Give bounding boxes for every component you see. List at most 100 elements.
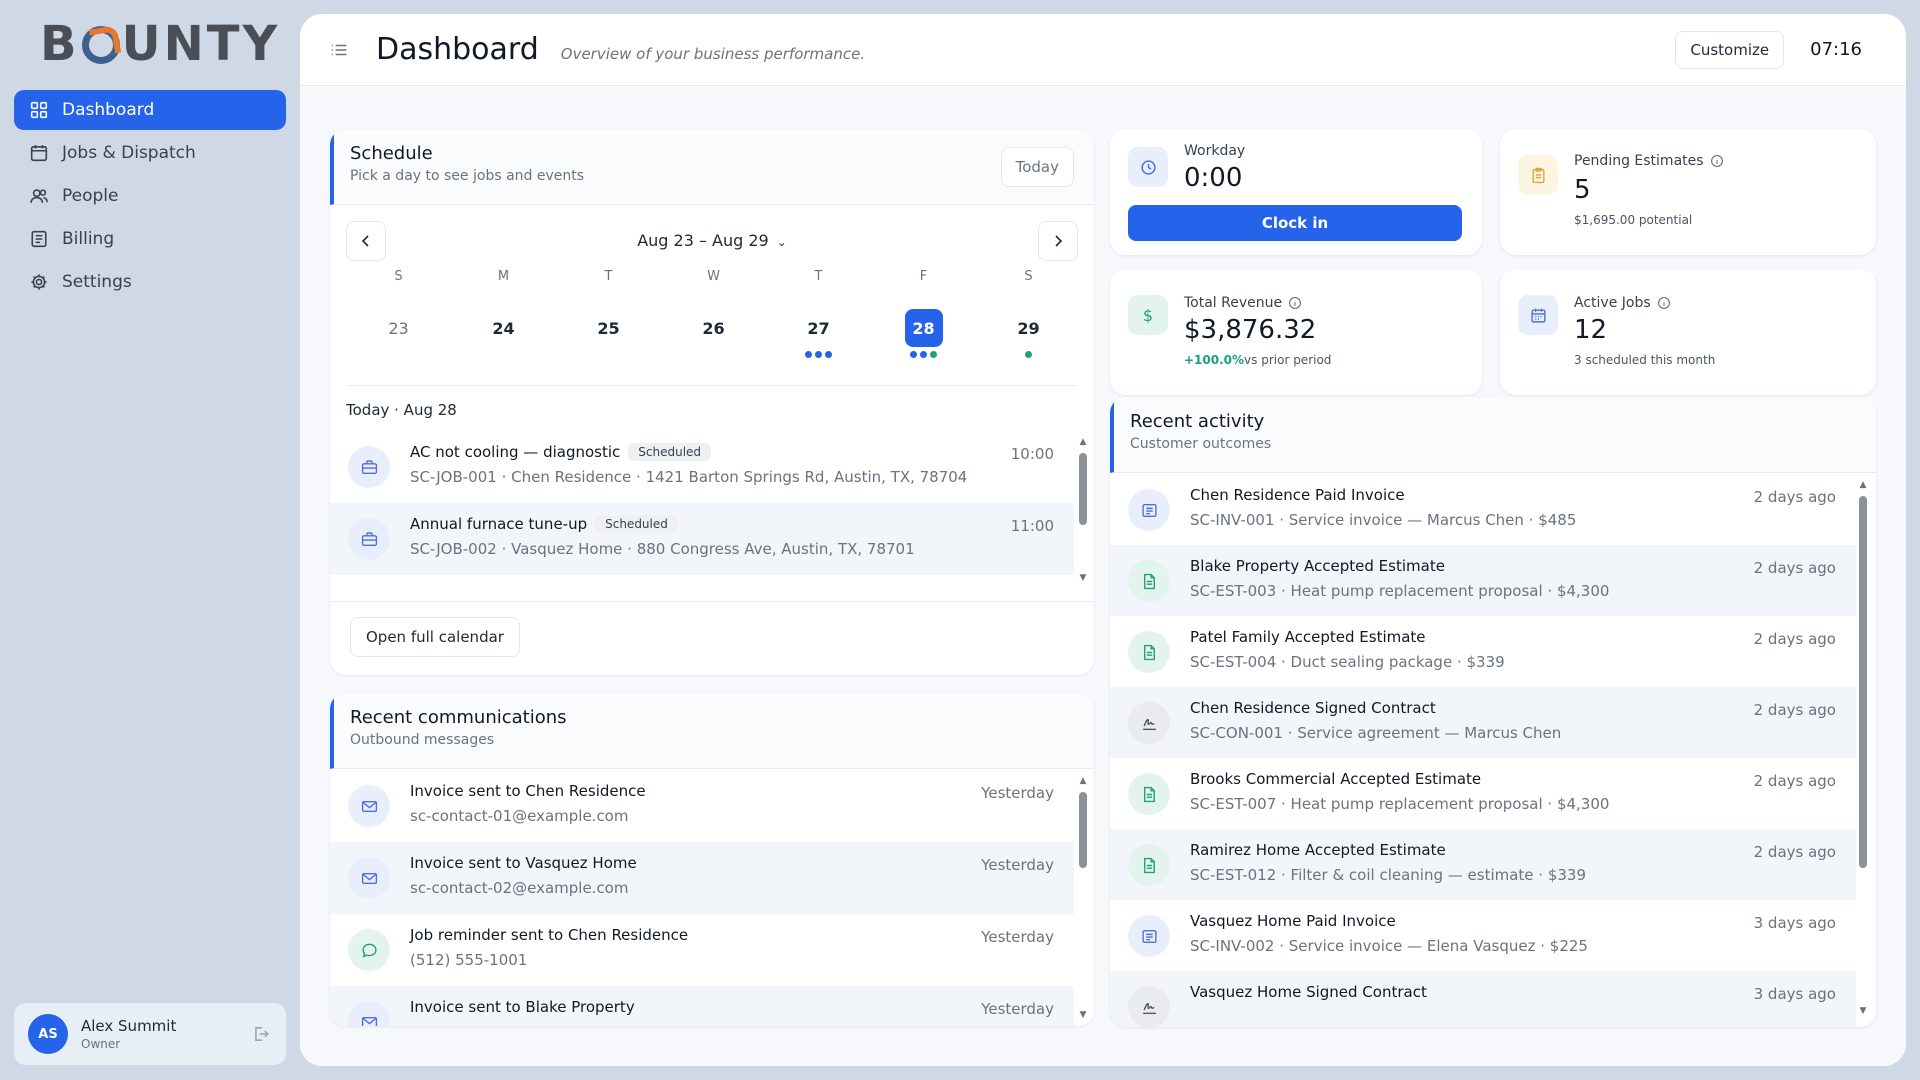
info-icon[interactable] xyxy=(1710,154,1724,168)
message-title: Invoice sent to Chen Residence xyxy=(410,782,646,800)
scroll-up-icon[interactable]: ▲ xyxy=(1078,437,1088,447)
next-week-button[interactable] xyxy=(1038,221,1078,261)
communications-list: Invoice sent to Chen Residence sc-contac… xyxy=(330,770,1074,1026)
activity-body: Chen Residence Signed Contract SC-CON-00… xyxy=(1190,699,1754,742)
logo-compass-mark xyxy=(81,26,120,64)
document-icon xyxy=(1128,631,1170,673)
job-list-scrollbar[interactable]: ▲ ▼ xyxy=(1078,437,1088,583)
day-number[interactable]: 25 xyxy=(590,309,628,347)
list-item[interactable]: Vasquez Home Signed Contract 3 days ago xyxy=(1110,971,1856,1027)
day-letter: F xyxy=(919,269,928,284)
active-jobs-card[interactable]: Active Jobs 12 3 scheduled this month xyxy=(1500,269,1876,395)
activity-title: Chen Residence Paid Invoice xyxy=(1190,486,1405,504)
info-icon[interactable] xyxy=(1657,296,1671,310)
day-number[interactable]: 23 xyxy=(380,309,418,347)
menu-icon[interactable] xyxy=(330,41,348,59)
week-picker[interactable]: Aug 23 – Aug 29 ⌄ xyxy=(346,231,1078,250)
signature-icon xyxy=(1128,986,1170,1027)
list-item[interactable]: Invoice sent to Chen Residence sc-contac… xyxy=(330,770,1074,842)
message-time: Yesterday xyxy=(981,856,1054,874)
activity-detail: SC-EST-003 · Heat pump replacement propo… xyxy=(1190,582,1610,600)
user-card[interactable]: AS Alex Summit Owner xyxy=(14,1003,286,1065)
message-time: Yesterday xyxy=(981,1000,1054,1018)
job-detail: SC-JOB-002 · Vasquez Home · 880 Congress… xyxy=(410,540,915,558)
message-detail: sc-contact-02@example.com xyxy=(410,879,629,897)
activity-title: Blake Property Accepted Estimate xyxy=(1190,557,1445,575)
sidebar-item-label: Jobs & Dispatch xyxy=(62,143,196,163)
page-subtitle: Overview of your business performance. xyxy=(560,44,866,63)
scroll-down-icon[interactable]: ▼ xyxy=(1858,1006,1868,1016)
day-number[interactable]: 26 xyxy=(695,309,733,347)
mail-icon xyxy=(348,1001,390,1026)
activity-title: Brooks Commercial Accepted Estimate xyxy=(1190,770,1482,788)
list-item[interactable]: Invoice sent to Vasquez Home sc-contact-… xyxy=(330,842,1074,914)
list-item[interactable]: Invoice sent to Blake Property Yesterday xyxy=(330,986,1074,1026)
list-item[interactable]: Job reminder sent to Chen Residence (512… xyxy=(330,914,1074,986)
day-letter: S xyxy=(394,269,403,284)
pending-estimates-card[interactable]: Pending Estimates 5 $1,695.00 potential xyxy=(1500,129,1876,255)
status-badge: Scheduled xyxy=(595,515,678,533)
day-column[interactable]: S 23 xyxy=(346,269,451,365)
customize-button[interactable]: Customize xyxy=(1675,30,1785,69)
scroll-up-icon[interactable]: ▲ xyxy=(1078,776,1088,786)
event-dot xyxy=(825,351,832,358)
sidebar-item-dashboard[interactable]: Dashboard xyxy=(14,90,286,130)
info-icon[interactable] xyxy=(1288,296,1302,310)
sidebar-item-jobs-dispatch[interactable]: Jobs & Dispatch xyxy=(14,133,286,173)
list-item[interactable]: AC not cooling — diagnostic Scheduled SC-… xyxy=(330,431,1074,503)
scroll-thumb[interactable] xyxy=(1079,792,1087,868)
day-number[interactable]: 24 xyxy=(485,309,523,347)
event-dot xyxy=(910,351,917,358)
activity-list: Chen Residence Paid Invoice SC-INV-001 ·… xyxy=(1110,474,1856,1027)
clock-in-button[interactable]: Clock in xyxy=(1128,205,1462,241)
active-jobs-note: 3 scheduled this month xyxy=(1574,353,1716,367)
day-column[interactable]: M 24 xyxy=(451,269,556,365)
list-item[interactable]: Annual furnace tune-up Scheduled SC-JOB-0… xyxy=(330,503,1074,575)
scroll-down-icon[interactable]: ▼ xyxy=(1078,573,1088,583)
day-number[interactable]: 27 xyxy=(800,309,838,347)
list-item[interactable]: Chen Residence Signed Contract SC-CON-00… xyxy=(1110,687,1856,758)
day-number[interactable]: 29 xyxy=(1010,309,1048,347)
scroll-thumb[interactable] xyxy=(1859,496,1867,868)
event-dots xyxy=(556,351,661,365)
scroll-thumb[interactable] xyxy=(1079,453,1087,525)
list-item[interactable]: Chen Residence Paid Invoice SC-INV-001 ·… xyxy=(1110,474,1856,545)
scroll-up-icon[interactable]: ▲ xyxy=(1858,480,1868,490)
day-column[interactable]: W 26 xyxy=(661,269,766,365)
day-letter: W xyxy=(707,269,720,284)
communications-header: Recent communications Outbound messages xyxy=(330,693,1094,769)
activity-body: Ramirez Home Accepted Estimate SC-EST-01… xyxy=(1190,841,1754,884)
sidebar-item-settings[interactable]: Settings xyxy=(14,262,286,302)
sidebar-item-billing[interactable]: Billing xyxy=(14,219,286,259)
activity-title: Vasquez Home Paid Invoice xyxy=(1190,912,1396,930)
activity-scrollbar[interactable]: ▲ ▼ xyxy=(1858,480,1868,1016)
list-item[interactable]: Blake Property Accepted Estimate SC-EST-… xyxy=(1110,545,1856,616)
top-bar: Dashboard Overview of your business perf… xyxy=(300,14,1906,86)
selected-day-label: Today · Aug 28 xyxy=(346,401,457,419)
list-item[interactable]: Brooks Commercial Accepted Estimate SC-E… xyxy=(1110,758,1856,829)
recent-activity-card: Recent activity Customer outcomes Chen R… xyxy=(1110,397,1876,1027)
bounty-logo[interactable]: B UNTY xyxy=(40,14,280,74)
message-title: Job reminder sent to Chen Residence xyxy=(410,926,689,944)
workday-card: Workday 0:00 Clock in xyxy=(1110,129,1482,255)
scroll-down-icon[interactable]: ▼ xyxy=(1078,1010,1088,1020)
event-dots xyxy=(976,351,1081,365)
job-body: AC not cooling — diagnostic Scheduled SC-… xyxy=(410,443,1011,486)
list-item[interactable]: Vasquez Home Paid Invoice SC-INV-002 · S… xyxy=(1110,900,1856,971)
sidebar-item-people[interactable]: People xyxy=(14,176,286,216)
today-button[interactable]: Today xyxy=(1000,147,1074,187)
activity-header: Recent activity Customer outcomes xyxy=(1110,397,1876,473)
list-item[interactable]: Patel Family Accepted Estimate SC-EST-00… xyxy=(1110,616,1856,687)
day-column[interactable]: T 27 xyxy=(766,269,871,365)
day-column[interactable]: F 28 xyxy=(871,269,976,365)
total-revenue-card[interactable]: $ Total Revenue $3,876.32 +100.0%vs prio… xyxy=(1110,269,1482,395)
day-number-selected[interactable]: 28 xyxy=(904,309,943,347)
open-full-calendar-button[interactable]: Open full calendar xyxy=(350,617,520,657)
communications-scrollbar[interactable]: ▲ ▼ xyxy=(1078,776,1088,1020)
day-column[interactable]: S 29 xyxy=(976,269,1081,365)
logout-icon[interactable] xyxy=(252,1025,270,1043)
list-item[interactable]: Ramirez Home Accepted Estimate SC-EST-01… xyxy=(1110,829,1856,900)
total-revenue-note-row: +100.0%vs prior period xyxy=(1184,353,1331,367)
day-column[interactable]: T 25 xyxy=(556,269,661,365)
total-revenue-label-row: Total Revenue xyxy=(1184,295,1302,311)
